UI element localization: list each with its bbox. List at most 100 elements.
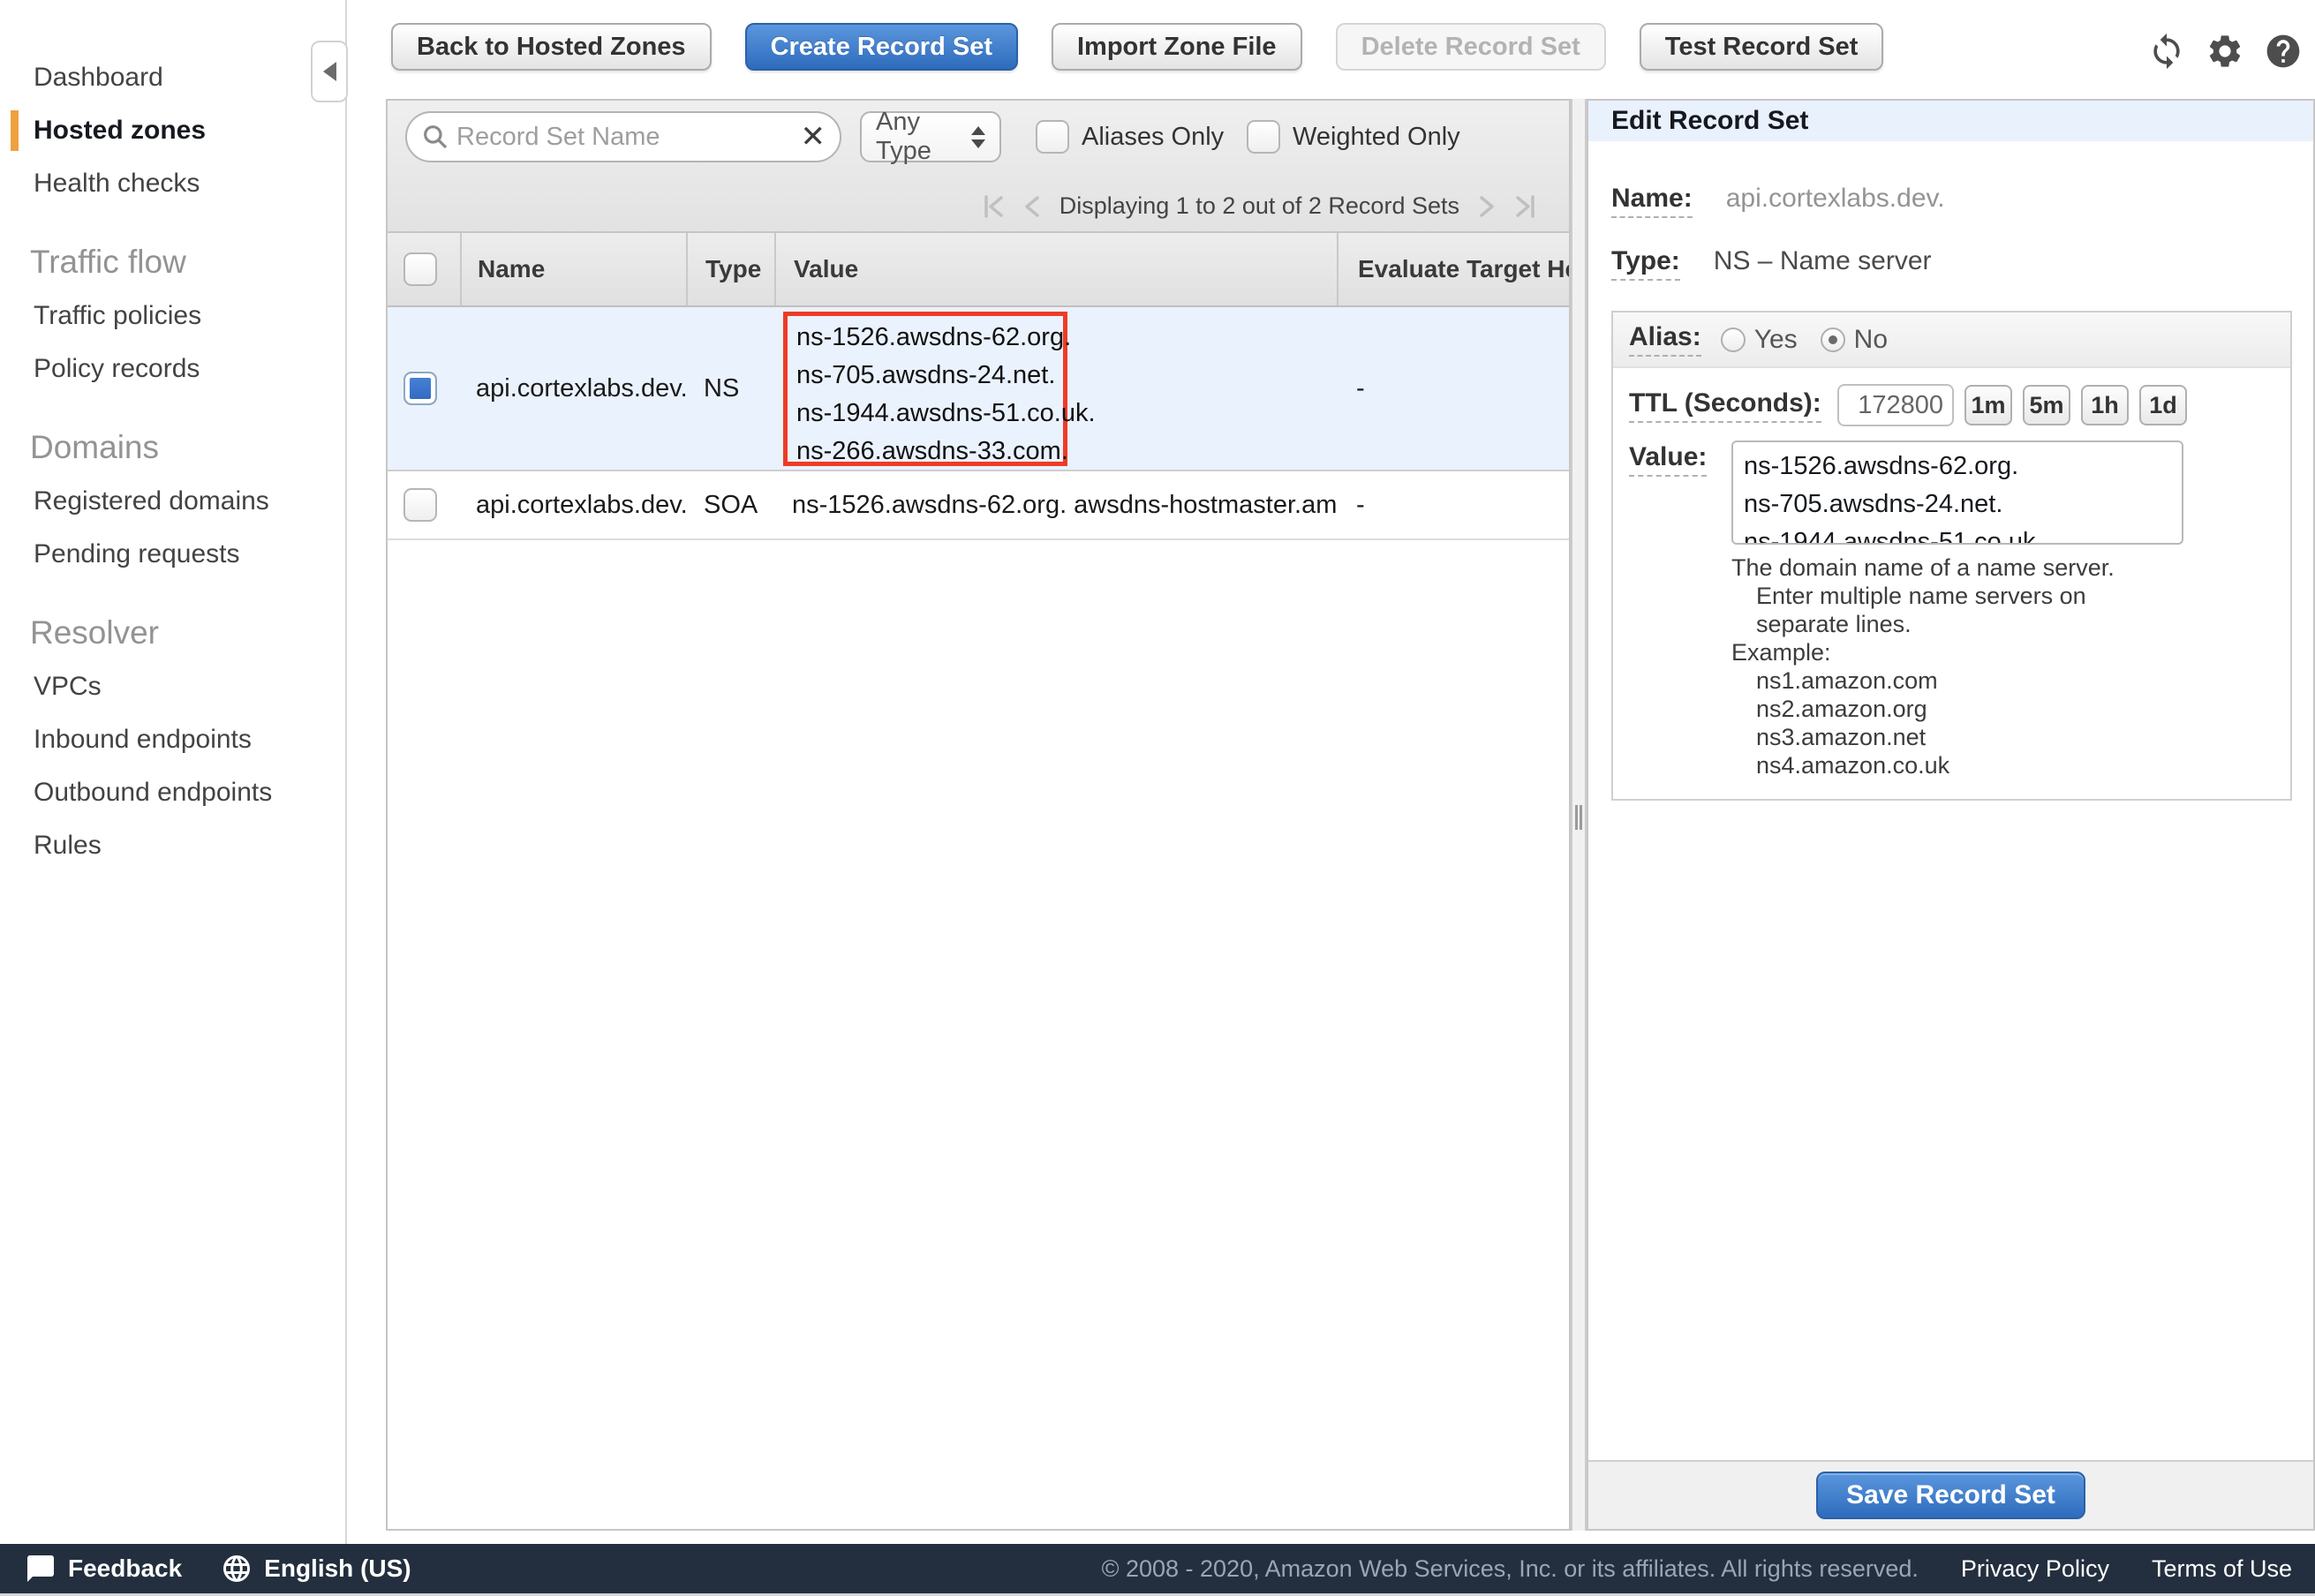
ttl-1d-button[interactable]: 1d xyxy=(2139,385,2187,425)
column-header-value[interactable]: Value xyxy=(774,233,1337,305)
weighted-only-checkbox[interactable] xyxy=(1247,120,1280,154)
sidebar-item-vpcs[interactable]: VPCs xyxy=(0,660,345,713)
alias-yes-radio[interactable] xyxy=(1721,327,1746,352)
sidebar-item-pending-requests[interactable]: Pending requests xyxy=(0,528,345,581)
record-value: ns-1526.awsdns-62.org. ns-705.awsdns-24.… xyxy=(774,307,1337,470)
panel-splitter[interactable] xyxy=(1571,99,1587,1531)
column-header-type[interactable]: Type xyxy=(686,233,774,305)
evaluate-target-health-value: - xyxy=(1337,471,1569,538)
ns-value-line: ns-705.awsdns-24.net. xyxy=(796,357,1063,395)
terms-of-use-link[interactable]: Terms of Use xyxy=(2152,1555,2292,1583)
clear-search-icon[interactable]: ✕ xyxy=(801,122,826,152)
record-type: NS xyxy=(686,307,774,470)
help-line: The domain name of a name server. xyxy=(1731,553,2274,582)
ns-value-line: ns-266.awsdns-33.com. xyxy=(796,433,1063,470)
help-line: separate lines. xyxy=(1756,610,2274,638)
sidebar: Dashboard Hosted zones Health checks Tra… xyxy=(0,0,347,1544)
value-textarea[interactable]: ns-1526.awsdns-62.org. ns-705.awsdns-24.… xyxy=(1731,440,2183,545)
route53-console: Dashboard Hosted zones Health checks Tra… xyxy=(0,0,2315,1596)
sidebar-section-traffic-flow: Traffic flow xyxy=(0,235,345,290)
aliases-only-label: Aliases Only xyxy=(1082,123,1224,152)
refresh-icon[interactable] xyxy=(2147,32,2186,71)
copyright-text: © 2008 - 2020, Amazon Web Services, Inc.… xyxy=(1102,1555,1919,1583)
record-value: ns-1526.awsdns-62.org. awsdns-hostmaster… xyxy=(774,471,1337,538)
help-line: ns3.amazon.net xyxy=(1756,723,2274,751)
edit-panel-body: Name: api.cortexlabs.dev. Type: NS – Nam… xyxy=(1588,141,2313,801)
select-all-checkbox[interactable] xyxy=(403,252,437,286)
alias-no-radio[interactable] xyxy=(1821,327,1845,352)
gear-icon[interactable] xyxy=(2206,32,2244,71)
help-line: ns2.amazon.org xyxy=(1756,695,2274,723)
ttl-1h-button[interactable]: 1h xyxy=(2081,385,2129,425)
sidebar-item-hosted-zones[interactable]: Hosted zones xyxy=(0,104,345,157)
value-row: Value: ns-1526.awsdns-62.org. ns-705.aws… xyxy=(1629,440,2274,545)
import-zone-file-button[interactable]: Import Zone File xyxy=(1052,23,1302,71)
weighted-only-filter[interactable]: Weighted Only xyxy=(1247,120,1460,154)
language-selector[interactable]: English (US) xyxy=(221,1553,411,1585)
edit-panel-footer: Save Record Set xyxy=(1588,1460,2313,1529)
privacy-policy-link[interactable]: Privacy Policy xyxy=(1961,1555,2109,1583)
sidebar-item-inbound-endpoints[interactable]: Inbound endpoints xyxy=(0,713,345,766)
ns-value-line: ns-1944.awsdns-51.co.uk. xyxy=(796,395,1063,433)
highlight-box: ns-1526.awsdns-62.org. ns-705.awsdns-24.… xyxy=(783,312,1067,466)
filter-bar: ✕ Any Type Aliases Only Weighted Only Di… xyxy=(388,101,1569,233)
back-to-hosted-zones-button[interactable]: Back to Hosted Zones xyxy=(391,23,712,71)
sidebar-item-health-checks[interactable]: Health checks xyxy=(0,157,345,210)
column-header-evaluate-target-health[interactable]: Evaluate Target Health xyxy=(1337,233,1569,305)
console-footer: Feedback English (US) © 2008 - 2020, Ama… xyxy=(0,1544,2315,1593)
alias-yes-label[interactable]: Yes xyxy=(1754,325,1798,355)
sidebar-item-dashboard[interactable]: Dashboard xyxy=(0,51,345,104)
value-label: Value: xyxy=(1629,442,1707,477)
test-record-set-button[interactable]: Test Record Set xyxy=(1640,23,1884,71)
pagination: Displaying 1 to 2 out of 2 Record Sets xyxy=(982,192,1537,220)
splitter-grip-icon xyxy=(1575,805,1582,830)
prev-page-icon[interactable] xyxy=(1021,193,1045,220)
search-input[interactable] xyxy=(456,123,801,152)
sidebar-item-rules[interactable]: Rules xyxy=(0,819,345,872)
record-sets-panel: ✕ Any Type Aliases Only Weighted Only Di… xyxy=(386,99,1571,1531)
feedback-button[interactable]: Feedback xyxy=(25,1553,182,1585)
ttl-input[interactable] xyxy=(1837,384,1954,426)
aliases-only-filter[interactable]: Aliases Only xyxy=(1036,120,1224,154)
record-name: api.cortexlabs.dev. xyxy=(460,471,686,538)
help-icon[interactable] xyxy=(2264,32,2303,71)
table-header: Name Type Value Evaluate Target Health xyxy=(388,233,1569,307)
ns-value-line: ns-1526.awsdns-62.org. xyxy=(796,319,1063,357)
type-filter-select[interactable]: Any Type xyxy=(860,111,1001,162)
sidebar-item-traffic-policies[interactable]: Traffic policies xyxy=(0,290,345,343)
save-record-set-button[interactable]: Save Record Set xyxy=(1816,1472,2085,1519)
sidebar-item-policy-records[interactable]: Policy records xyxy=(0,343,345,395)
alias-label: Alias: xyxy=(1629,322,1701,357)
value-help-text: The domain name of a name server. Enter … xyxy=(1731,553,2274,779)
create-record-set-button[interactable]: Create Record Set xyxy=(745,23,1018,71)
type-value: NS – Name server xyxy=(1714,246,1932,276)
sidebar-section-resolver: Resolver xyxy=(0,606,345,660)
help-line: Example: xyxy=(1731,638,2274,666)
row-checkbox[interactable] xyxy=(403,488,437,522)
search-icon xyxy=(421,123,449,151)
ttl-1m-button[interactable]: 1m xyxy=(1964,385,2012,425)
select-arrows-icon xyxy=(971,126,985,148)
first-page-icon[interactable] xyxy=(982,193,1007,220)
evaluate-target-health-value: - xyxy=(1337,307,1569,470)
edit-panel-title: Edit Record Set xyxy=(1588,101,2313,141)
name-value: api.cortexlabs.dev. xyxy=(1726,184,1945,214)
ttl-row: TTL (Seconds): 1m 5m 1h 1d xyxy=(1629,384,2274,426)
header-icons xyxy=(2147,32,2303,71)
column-header-name[interactable]: Name xyxy=(460,233,686,305)
record-search-box[interactable]: ✕ xyxy=(405,111,841,162)
alias-no-label[interactable]: No xyxy=(1854,325,1888,355)
next-page-icon[interactable] xyxy=(1474,193,1498,220)
row-checkbox[interactable] xyxy=(403,372,437,405)
feedback-bubble-icon xyxy=(25,1553,57,1585)
aliases-only-checkbox[interactable] xyxy=(1036,120,1069,154)
toolbar: Back to Hosted Zones Create Record Set I… xyxy=(391,23,1883,71)
sidebar-collapse-button[interactable] xyxy=(311,41,348,102)
table-row[interactable]: api.cortexlabs.dev. NS ns-1526.awsdns-62… xyxy=(388,307,1569,471)
delete-record-set-button: Delete Record Set xyxy=(1336,23,1606,71)
ttl-5m-button[interactable]: 5m xyxy=(2023,385,2070,425)
last-page-icon[interactable] xyxy=(1512,193,1537,220)
sidebar-item-registered-domains[interactable]: Registered domains xyxy=(0,475,345,528)
table-row[interactable]: api.cortexlabs.dev. SOA ns-1526.awsdns-6… xyxy=(388,471,1569,540)
sidebar-item-outbound-endpoints[interactable]: Outbound endpoints xyxy=(0,766,345,819)
